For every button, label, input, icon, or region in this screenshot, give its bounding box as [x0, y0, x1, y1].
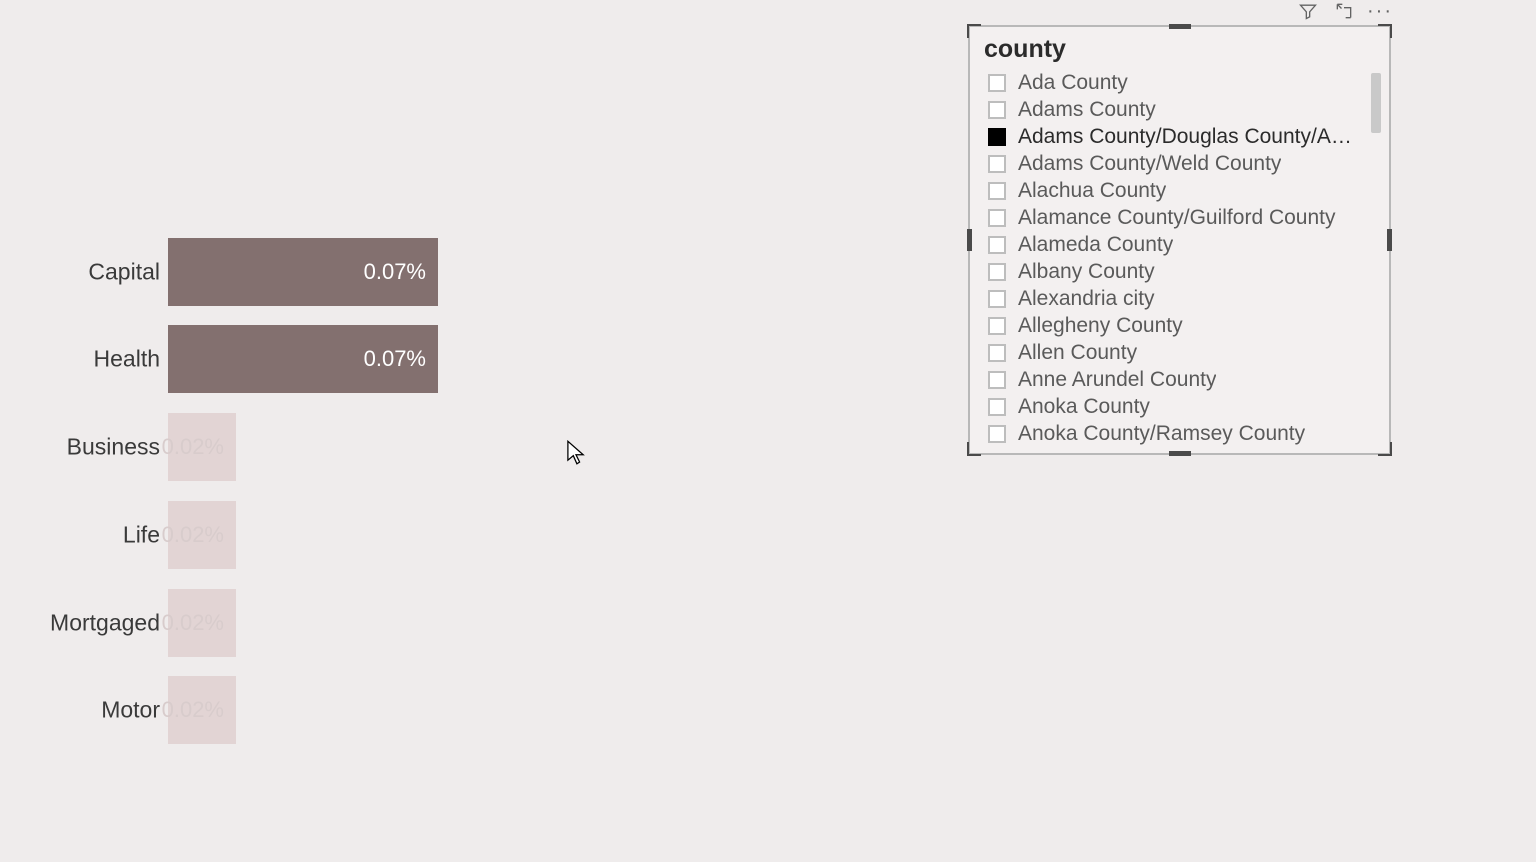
slicer-item[interactable]: Alachua County	[972, 177, 1387, 204]
bar-row[interactable]: Health 0.07%	[0, 325, 960, 393]
checkbox[interactable]	[988, 317, 1006, 335]
slicer-item-label: Anoka County	[1018, 395, 1150, 419]
bar-value-label: 0.02%	[162, 610, 224, 636]
slicer-item-label: Allegheny County	[1018, 314, 1183, 338]
bar-value-label: 0.02%	[162, 434, 224, 460]
slicer-title: county	[970, 27, 1389, 70]
slicer-item-label: Anne Arundel County	[1018, 368, 1216, 392]
slicer-item[interactable]: Ada County	[972, 69, 1387, 96]
slicer-item[interactable]: Adams County	[972, 96, 1387, 123]
checkbox[interactable]	[988, 425, 1006, 443]
slicer-item[interactable]: Adams County/Weld County	[972, 150, 1387, 177]
slicer-item-label: Aransas County/Kleberg County/Nueces C…	[1018, 449, 1358, 452]
slicer-item[interactable]: Anoka County/Ramsey County	[972, 420, 1387, 447]
slicer-item-label: Allen County	[1018, 341, 1137, 365]
resize-handle[interactable]	[1387, 229, 1392, 251]
checkbox[interactable]	[988, 155, 1006, 173]
checkbox[interactable]	[988, 74, 1006, 92]
checkbox[interactable]	[988, 263, 1006, 281]
checkbox[interactable]	[988, 101, 1006, 119]
slicer-item[interactable]: Alexandria city	[972, 285, 1387, 312]
category-bar-chart[interactable]: Capital0.07%Health0.07%Business0.02%Life…	[0, 0, 960, 820]
slicer-list[interactable]: Ada County Adams County Adams County/Dougl…	[972, 69, 1387, 451]
bar-category-label: Health	[94, 346, 160, 373]
bar-category-label: Motor	[101, 697, 160, 724]
checkbox[interactable]	[988, 344, 1006, 362]
slicer-item[interactable]: Albany County	[972, 258, 1387, 285]
slicer-item[interactable]: Alamance County/Guilford County	[972, 204, 1387, 231]
checkbox[interactable]	[988, 371, 1006, 389]
bar-category-label: Business	[67, 434, 160, 461]
bar-value-label: 0.07%	[364, 346, 426, 372]
visual-header: ···	[1296, 0, 1392, 22]
slicer-item-label: Adams County/Weld County	[1018, 152, 1281, 176]
bar-row[interactable]: Business0.02%	[0, 413, 960, 481]
checkbox[interactable]	[988, 128, 1006, 146]
bar-value-label: 0.02%	[162, 697, 224, 723]
checkbox[interactable]	[988, 236, 1006, 254]
slicer-item[interactable]: Allegheny County	[972, 312, 1387, 339]
slicer-item-label: Adams County/Douglas County/Arapahoe …	[1018, 125, 1358, 149]
bar-category-label: Capital	[88, 259, 160, 286]
slicer-item[interactable]: Anne Arundel County	[972, 366, 1387, 393]
slicer-item[interactable]: Anoka County	[972, 393, 1387, 420]
bar-category-label: Life	[123, 522, 160, 549]
slicer-item[interactable]: Alameda County	[972, 231, 1387, 258]
scrollbar-thumb[interactable]	[1371, 73, 1381, 133]
resize-handle[interactable]	[1169, 24, 1191, 29]
focus-mode-icon[interactable]	[1332, 0, 1356, 22]
checkbox[interactable]	[988, 182, 1006, 200]
slicer-item-label: Adams County	[1018, 98, 1156, 122]
county-slicer[interactable]: county Ada County Adams County Adams Count…	[968, 25, 1391, 455]
bar-row[interactable]: Mortgaged0.02%	[0, 589, 960, 657]
slicer-item-label: Alexandria city	[1018, 287, 1155, 311]
slicer-item[interactable]: Aransas County/Kleberg County/Nueces C…	[972, 447, 1387, 451]
bar-row[interactable]: Motor0.02%	[0, 676, 960, 744]
more-options-icon[interactable]: ···	[1368, 0, 1392, 22]
checkbox[interactable]	[988, 290, 1006, 308]
bar-value-label: 0.07%	[364, 259, 426, 285]
bar-row[interactable]: Life0.02%	[0, 501, 960, 569]
checkbox[interactable]	[988, 398, 1006, 416]
slicer-item-label: Ada County	[1018, 71, 1128, 95]
slicer-item-label: Alamance County/Guilford County	[1018, 206, 1336, 230]
slicer-item-label: Alameda County	[1018, 233, 1173, 257]
slicer-item-label: Alachua County	[1018, 179, 1166, 203]
checkbox[interactable]	[988, 209, 1006, 227]
bar-value-label: 0.02%	[162, 522, 224, 548]
bar-category-label: Mortgaged	[50, 610, 160, 637]
slicer-item-label: Albany County	[1018, 260, 1155, 284]
slicer-item[interactable]: Allen County	[972, 339, 1387, 366]
bar-row[interactable]: Capital 0.07%	[0, 238, 960, 306]
slicer-item-label: Anoka County/Ramsey County	[1018, 422, 1305, 446]
filter-icon[interactable]	[1296, 0, 1320, 22]
slicer-item[interactable]: Adams County/Douglas County/Arapahoe …	[972, 123, 1387, 150]
resize-handle[interactable]	[1169, 451, 1191, 456]
